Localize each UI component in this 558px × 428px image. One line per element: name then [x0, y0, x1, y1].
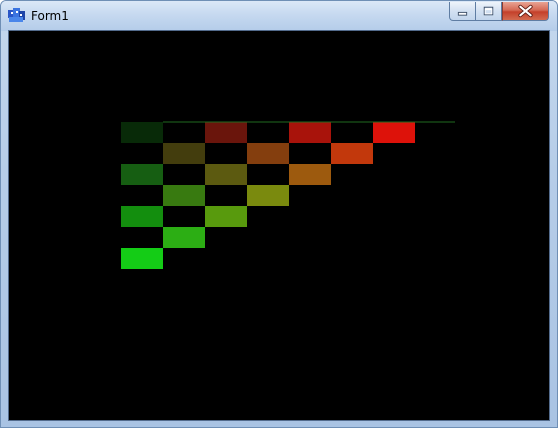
grid-cell [205, 206, 247, 227]
grid-cell [163, 185, 205, 206]
grid-cell [289, 122, 331, 143]
grid-cell [121, 206, 163, 227]
minimize-icon [457, 11, 468, 16]
canvas-background [9, 31, 549, 420]
minimize-button[interactable] [449, 2, 476, 21]
grid-cell [205, 122, 247, 143]
grid-cell [121, 164, 163, 185]
grid-cell [331, 143, 373, 164]
grid-cell [163, 143, 205, 164]
grid-cell [121, 122, 163, 143]
form-client-area[interactable] [8, 30, 550, 421]
grid-cell [247, 143, 289, 164]
grid-cell [121, 248, 163, 269]
maximize-button[interactable] [476, 2, 502, 21]
window-title: Form1 [31, 9, 69, 23]
grid-cell [289, 164, 331, 185]
drawing-canvas [9, 31, 549, 420]
app-form-icon [8, 8, 25, 22]
title-bar[interactable]: Form1 [1, 1, 557, 31]
close-button[interactable] [502, 2, 549, 21]
grid-cell [205, 164, 247, 185]
grid-cell [163, 227, 205, 248]
maximize-icon [483, 6, 494, 16]
grid-cell [373, 122, 415, 143]
close-icon [518, 4, 533, 18]
grid-cell [247, 185, 289, 206]
application-window: Form1 [0, 0, 558, 428]
